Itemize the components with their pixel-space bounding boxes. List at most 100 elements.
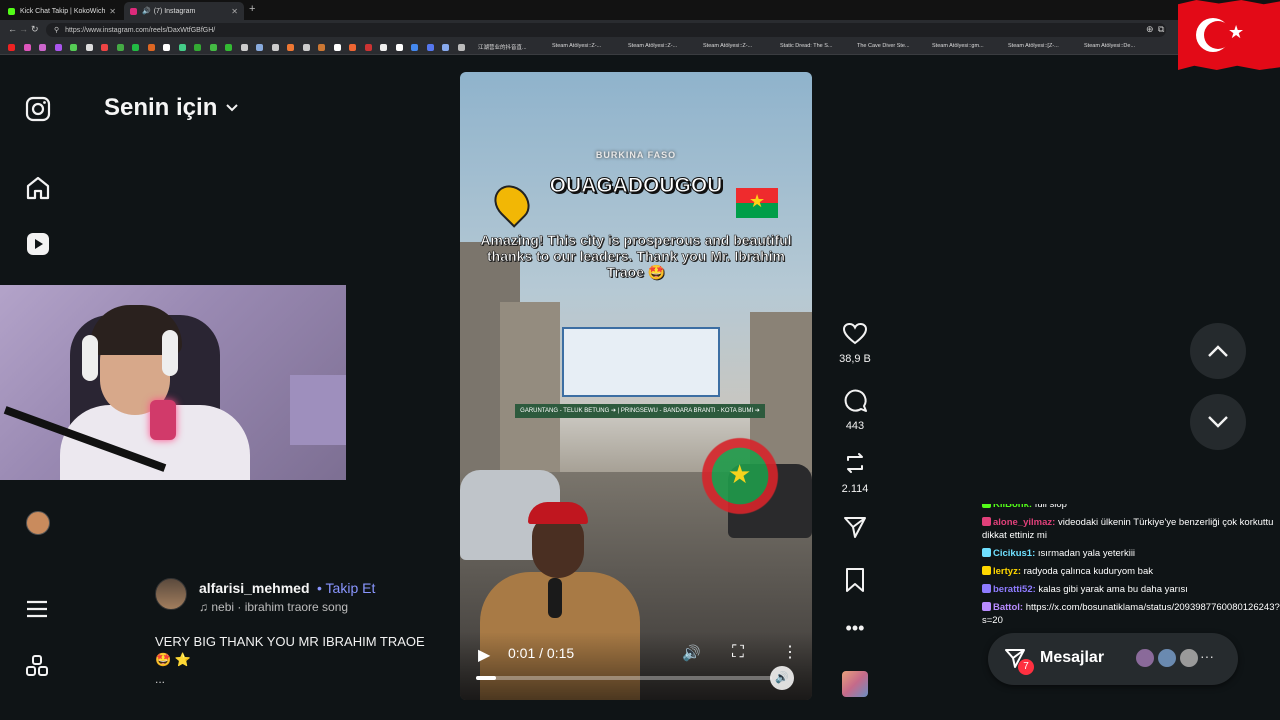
bookmark-favicon-icon[interactable] (426, 44, 434, 51)
bookmark-favicon-icon[interactable] (85, 44, 93, 51)
bookmark-favicon-icon[interactable] (178, 44, 186, 51)
audio-track[interactable]: ♫ nebi · ibrahim traore song (199, 600, 348, 614)
bookmark-favicon-icon[interactable] (302, 44, 310, 51)
forward-icon[interactable]: → (19, 24, 28, 34)
bookmarks-bar: 江湖营业的抖音直... Steam Atölyesi::Z-... Steam At… (0, 40, 1280, 55)
bookmark-item[interactable]: The Cave Diver Ste... (857, 43, 910, 49)
badge-icon (982, 517, 991, 526)
feed-title: Senin için (104, 94, 218, 121)
chat-message: lertyz: radyoda çalınca kuduryom bak (982, 565, 1280, 578)
like-button[interactable]: 38,9 B (826, 322, 884, 365)
chevron-up-icon (1208, 345, 1228, 357)
play-icon[interactable]: ▶ (478, 645, 490, 665)
next-reel-button[interactable] (1190, 394, 1246, 450)
share-button[interactable] (826, 514, 884, 545)
chat-text: radyoda çalınca kuduryom bak (1023, 566, 1154, 577)
audio-thumbnail[interactable] (842, 671, 868, 697)
bookmark-favicon-icon[interactable] (457, 44, 465, 51)
video-controls: ▶ 0:01 / 0:15 🔊 ⛶ ⋮ 🔊 (460, 632, 812, 700)
plus-icon[interactable]: + (249, 3, 255, 15)
author-username[interactable]: alfarisi_mehmed (199, 580, 310, 596)
bookmark-favicon-icon[interactable] (256, 44, 263, 51)
tab-title: Kick Chat Takip | KokoWich (20, 7, 106, 15)
menu-icon[interactable] (25, 597, 49, 626)
bookmark-favicon-icon[interactable] (163, 44, 170, 51)
mute-toggle-icon[interactable]: 🔊 (770, 666, 794, 690)
bookmark-favicon-icon[interactable] (209, 44, 217, 51)
site-info-icon[interactable]: ⚲ (54, 27, 59, 34)
like-count: 38,9 B (839, 353, 871, 365)
caption-more-button[interactable]: ... (155, 672, 165, 686)
bookmark-favicon-icon[interactable] (39, 44, 46, 51)
bookmark-favicon-icon[interactable] (442, 44, 449, 51)
feed-selector[interactable]: Senin için (104, 94, 239, 122)
post-caption: VERY BIG THANK YOU MR IBRAHIM TRAOE 🤩 ⭐ (155, 634, 425, 667)
more-options-button[interactable]: ••• (826, 618, 884, 639)
bookmark-favicon-icon[interactable] (364, 44, 372, 51)
tab-instagram[interactable]: 🔊 (7) Instagram ✕ (124, 2, 244, 20)
bookmark-item[interactable]: Static Dread: The S... (780, 43, 832, 49)
repost-button[interactable]: 2.114 (826, 450, 884, 495)
bookmark-favicon-icon[interactable] (411, 44, 418, 51)
zoom-icon[interactable]: ⊕ (1146, 24, 1154, 35)
bookmark-favicon-icon[interactable] (287, 44, 294, 51)
bookmark-item[interactable]: Steam Atölyesi::[Z-... (1008, 43, 1059, 49)
close-tab-icon[interactable]: ✕ (109, 7, 116, 16)
follow-button[interactable]: • Takip Et (317, 580, 375, 596)
bookmark-favicon-icon[interactable] (116, 44, 124, 51)
bookmark-favicon-icon[interactable] (395, 44, 403, 51)
bookmark-favicon-icon[interactable] (225, 44, 232, 51)
instagram-logo-icon[interactable] (25, 96, 51, 127)
bookmark-favicon-icon[interactable] (101, 44, 108, 51)
back-icon[interactable]: ← (8, 24, 17, 34)
avatar[interactable] (26, 511, 50, 535)
bookmark-favicon-icon[interactable] (147, 44, 155, 51)
previous-reel-button[interactable] (1190, 323, 1246, 379)
grid-icon[interactable] (25, 654, 49, 683)
extensions-icon[interactable]: ⧉ (1158, 24, 1164, 35)
close-tab-icon[interactable]: ✕ (231, 7, 238, 16)
bookmark-item[interactable]: Steam Atölyesi::Z-... (628, 43, 677, 49)
bookmark-favicon-icon[interactable] (349, 44, 356, 51)
home-icon[interactable] (25, 175, 51, 206)
reload-icon[interactable]: ↻ (31, 24, 39, 35)
bookmark-favicon-icon[interactable] (70, 44, 77, 51)
microphone-icon (150, 400, 176, 440)
bookmark-favicon-icon[interactable] (318, 44, 325, 51)
bookmark-item[interactable]: Steam Atölyesi::De... (1084, 43, 1135, 49)
bookmark-item[interactable]: 江湖营业的抖音直... (478, 43, 527, 51)
chat-message: Battol: https://x.com/bosunatiklama/stat… (982, 601, 1280, 627)
address-toolbar: ← → ↻ ⚲ https://www.instagram.com/reels/… (0, 20, 1280, 40)
comment-icon (844, 389, 867, 412)
save-button[interactable] (826, 567, 884, 598)
bookmark-item[interactable]: Steam Atölyesi::Z-... (552, 43, 601, 49)
chevron-down-icon (226, 104, 239, 112)
avatar[interactable] (155, 578, 187, 610)
video-progress-bar[interactable] (476, 676, 772, 680)
fullscreen-icon[interactable]: ⛶ (732, 642, 744, 662)
badge-icon (982, 566, 991, 575)
bookmark-favicon-icon[interactable] (240, 44, 248, 51)
shelf (290, 375, 346, 445)
messages-button[interactable]: 7 Mesajlar ··· (988, 633, 1238, 685)
volume-icon[interactable]: 🔊 (682, 644, 701, 662)
more-horizontal-icon: ··· (1200, 648, 1214, 664)
bookmark-favicon-icon[interactable] (333, 44, 341, 51)
bookmark-favicon-icon[interactable] (54, 44, 62, 51)
bookmark-favicon-icon[interactable] (132, 44, 139, 51)
more-vertical-icon[interactable]: ⋮ (782, 642, 798, 662)
bookmark-item[interactable]: Steam Atölyesi::gm... (932, 43, 984, 49)
bookmark-favicon-icon[interactable] (380, 44, 387, 51)
comment-button[interactable]: 443 (826, 387, 884, 432)
reel-video[interactable]: GARUNTANG - TELUK BETUNG ➔ | PRINGSEWU -… (460, 72, 812, 700)
song-title: nebi · ibrahim traore song (211, 600, 349, 614)
chat-message: beratti52: kalas gibi yarak ama bu daha … (982, 583, 1280, 596)
bookmark-favicon-icon[interactable] (8, 44, 15, 51)
bookmark-favicon-icon[interactable] (194, 44, 201, 51)
url-input[interactable]: ⚲ https://www.instagram.com/reels/DaxWtf… (46, 23, 1166, 37)
bookmark-favicon-icon[interactable] (271, 44, 279, 51)
bookmark-item[interactable]: Steam Atölyesi::Z-... (703, 43, 752, 49)
bookmark-favicon-icon[interactable] (23, 44, 31, 51)
tab-kick-chat[interactable]: Kick Chat Takip | KokoWich ✕ (2, 2, 122, 20)
reels-icon[interactable] (25, 231, 51, 262)
